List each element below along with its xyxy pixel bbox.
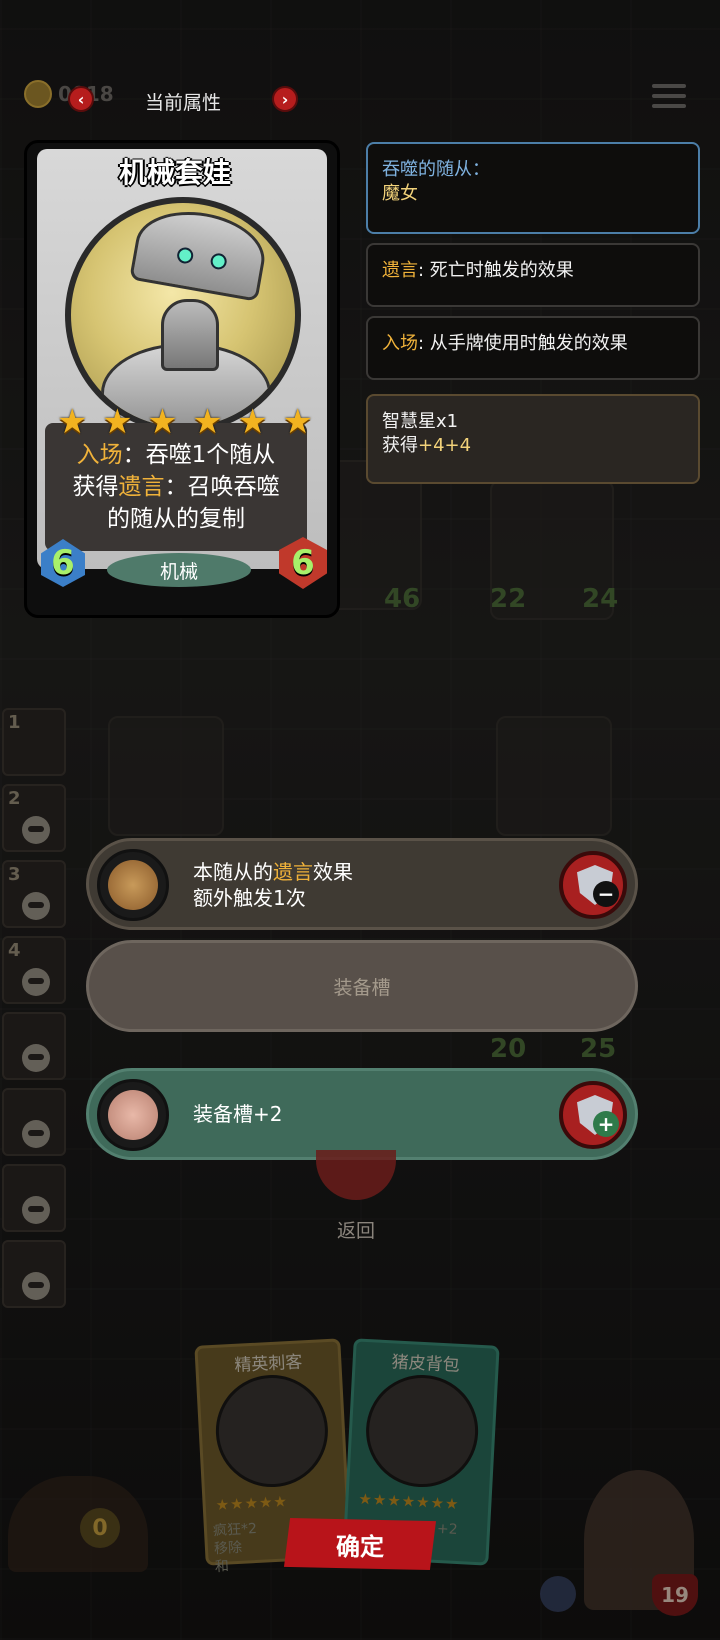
deathrattle-panel: 遗言: 死亡时触发的效果 [366,243,700,307]
robot-eye [175,246,195,265]
minus-icon: − [593,881,619,907]
devoured-label: 吞噬的随从： [382,159,490,180]
star-icon: ★ [147,402,178,442]
star-icon: ★ [237,402,268,442]
minion-card: 机械套娃 入场：吞噬1个随从 获得遗言：召唤吞噬 的随从的复制 ★ ★ ★ ★ … [24,140,340,618]
battlecry-panel: 入场: 从手牌使用时触发的效果 [366,316,700,380]
hamburger-menu-icon[interactable] [652,84,686,114]
card-description: 入场：吞噬1个随从 获得遗言：召唤吞噬 的随从的复制 [45,423,307,551]
star-icon: ★ [57,402,88,442]
top-bar: 0018 ‹ 当前属性 › [0,72,720,128]
tribe-label: 机械 [107,553,251,587]
deathrattle-keyword: 遗言 [382,260,418,281]
wisdom-star-panel: 智慧星x1 获得+4+4 [366,394,700,484]
wisdom-gain-value: +4+4 [418,435,472,456]
deathrattle-desc: : 死亡时触发的效果 [418,260,574,281]
equipment-slot-deathrattle[interactable]: 本随从的遗言效果 额外触发1次 − [86,838,638,930]
equipment-desc: 本随从的遗言效果 额外触发1次 [193,860,353,910]
next-attribute-button[interactable]: › [272,86,298,112]
keyword-battlecry: 入场 [76,442,123,468]
coin-icon [24,80,52,108]
unequip-button[interactable]: − [559,851,627,919]
skull-coin-icon [97,849,169,921]
wisdom-title: 智慧星x1 [382,411,459,432]
card-name: 机械套娃 [118,156,231,189]
equipment-slot-pig-backpack[interactable]: 装备槽+2 + [86,1068,638,1160]
equipment-desc: 装备槽+2 [193,1102,283,1126]
battlecry-desc: : 从手牌使用时触发的效果 [418,333,628,354]
devoured-minion-panel: 吞噬的随从： 魔女 [366,142,700,234]
plus-icon: + [593,1111,619,1137]
star-icon: ★ [102,402,133,442]
empty-equipment-slot[interactable]: 装备槽 [86,940,638,1032]
prev-attribute-button[interactable]: ‹ [68,86,94,112]
page-title: 当前属性 [144,92,221,114]
star-icon: ★ [192,402,223,442]
battlecry-keyword: 入场 [382,333,418,354]
card-art [65,197,301,433]
equip-button[interactable]: + [559,1081,627,1149]
robot-eye [209,252,228,271]
robot-head [129,203,271,302]
card-stars: ★ ★ ★ ★ ★ ★ [57,405,313,439]
devoured-value: 魔女 [382,183,418,204]
back-label[interactable]: 返回 [320,1216,392,1243]
robot-inner [161,299,219,371]
star-icon: ★ [282,402,313,442]
keyword-deathrattle: 遗言 [118,474,165,500]
confirm-button[interactable]: 确定 [284,1518,436,1570]
pig-backpack-icon [97,1079,169,1151]
equipment-slot-label: 装备槽 [333,977,391,999]
